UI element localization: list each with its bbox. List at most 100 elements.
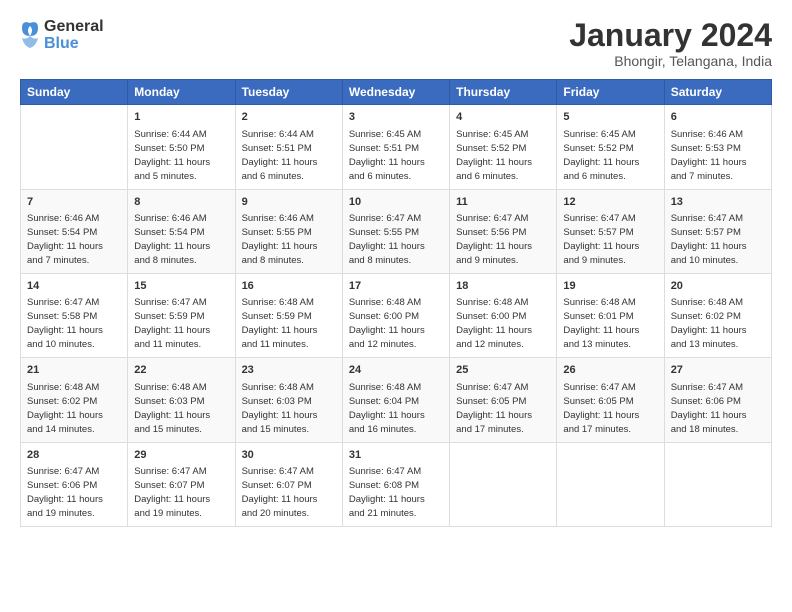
calendar-cell: 23 Sunrise: 6:48 AMSunset: 6:03 PMDayligh… [235, 358, 342, 442]
day-number: 19 [563, 279, 657, 294]
day-number: 31 [349, 448, 443, 463]
calendar-cell: 9 Sunrise: 6:46 AMSunset: 5:55 PMDaylight… [235, 189, 342, 273]
calendar-cell: 3 Sunrise: 6:45 AMSunset: 5:51 PMDaylight… [342, 105, 449, 189]
calendar-cell: 16Sunrise: 6:48 AMSunset: 5:59 PMDayligh… [235, 273, 342, 357]
day-info: Sunrise: 6:45 AMSunset: 5:52 PMDaylight:… [456, 129, 532, 182]
day-info: Sunrise: 6:48 AMSunset: 6:00 PMDaylight:… [349, 297, 425, 350]
day-info: Sunrise: 6:48 AMSunset: 6:04 PMDaylight:… [349, 382, 425, 435]
day-info: Sunrise: 6:47 AMSunset: 5:58 PMDaylight:… [27, 297, 103, 350]
day-number: 17 [349, 279, 443, 294]
logo-general: General [44, 19, 104, 36]
day-info: Sunrise: 6:47 AMSunset: 5:59 PMDaylight:… [134, 297, 210, 350]
day-info: Sunrise: 6:47 AMSunset: 5:56 PMDaylight:… [456, 213, 532, 266]
logo-bird-icon [20, 18, 40, 54]
col-friday: Friday [557, 80, 664, 105]
calendar-week-row: 21 Sunrise: 6:48 AMSunset: 6:02 PMDayligh… [21, 358, 772, 442]
calendar-cell [664, 442, 771, 526]
day-number: 7 [27, 195, 121, 210]
calendar-cell: 28 Sunrise: 6:47 AMSunset: 6:06 PMDayligh… [21, 442, 128, 526]
day-number: 6 [671, 110, 765, 125]
calendar-cell: 29Sunrise: 6:47 AMSunset: 6:07 PMDayligh… [128, 442, 235, 526]
day-info: Sunrise: 6:48 AMSunset: 6:00 PMDaylight:… [456, 297, 532, 350]
col-thursday: Thursday [450, 80, 557, 105]
day-info: Sunrise: 6:44 AMSunset: 5:51 PMDaylight:… [242, 129, 318, 182]
day-info: Sunrise: 6:44 AMSunset: 5:50 PMDaylight:… [134, 129, 210, 182]
day-number: 8 [134, 195, 228, 210]
day-number: 23 [242, 363, 336, 378]
day-info: Sunrise: 6:47 AMSunset: 6:05 PMDaylight:… [563, 382, 639, 435]
day-info: Sunrise: 6:47 AMSunset: 6:05 PMDaylight:… [456, 382, 532, 435]
calendar-cell: 4Sunrise: 6:45 AMSunset: 5:52 PMDaylight… [450, 105, 557, 189]
day-number: 11 [456, 195, 550, 210]
day-number: 15 [134, 279, 228, 294]
calendar-cell: 30Sunrise: 6:47 AMSunset: 6:07 PMDayligh… [235, 442, 342, 526]
calendar-cell: 1 Sunrise: 6:44 AMSunset: 5:50 PMDaylight… [128, 105, 235, 189]
calendar-cell: 19 Sunrise: 6:48 AMSunset: 6:01 PMDayligh… [557, 273, 664, 357]
header-row: Sunday Monday Tuesday Wednesday Thursday… [21, 80, 772, 105]
day-number: 14 [27, 279, 121, 294]
day-info: Sunrise: 6:48 AMSunset: 6:02 PMDaylight:… [671, 297, 747, 350]
calendar-cell: 27Sunrise: 6:47 AMSunset: 6:06 PMDayligh… [664, 358, 771, 442]
calendar-cell: 18Sunrise: 6:48 AMSunset: 6:00 PMDayligh… [450, 273, 557, 357]
calendar-cell: 7 Sunrise: 6:46 AMSunset: 5:54 PMDaylight… [21, 189, 128, 273]
subtitle: Bhongir, Telangana, India [569, 53, 772, 69]
calendar-cell: 12 Sunrise: 6:47 AMSunset: 5:57 PMDayligh… [557, 189, 664, 273]
day-number: 20 [671, 279, 765, 294]
calendar-cell: 6Sunrise: 6:46 AMSunset: 5:53 PMDaylight… [664, 105, 771, 189]
calendar-cell: 26Sunrise: 6:47 AMSunset: 6:05 PMDayligh… [557, 358, 664, 442]
day-info: Sunrise: 6:46 AMSunset: 5:54 PMDaylight:… [134, 213, 210, 266]
col-tuesday: Tuesday [235, 80, 342, 105]
calendar-cell: 10 Sunrise: 6:47 AMSunset: 5:55 PMDayligh… [342, 189, 449, 273]
day-info: Sunrise: 6:48 AMSunset: 5:59 PMDaylight:… [242, 297, 318, 350]
col-monday: Monday [128, 80, 235, 105]
day-number: 27 [671, 363, 765, 378]
calendar-table: Sunday Monday Tuesday Wednesday Thursday… [20, 79, 772, 527]
calendar-cell [21, 105, 128, 189]
day-number: 3 [349, 110, 443, 125]
day-number: 24 [349, 363, 443, 378]
day-info: Sunrise: 6:45 AMSunset: 5:52 PMDaylight:… [563, 129, 639, 182]
day-info: Sunrise: 6:47 AMSunset: 6:07 PMDaylight:… [242, 466, 318, 519]
day-info: Sunrise: 6:48 AMSunset: 6:02 PMDaylight:… [27, 382, 103, 435]
calendar-cell: 8 Sunrise: 6:46 AMSunset: 5:54 PMDaylight… [128, 189, 235, 273]
col-sunday: Sunday [21, 80, 128, 105]
day-info: Sunrise: 6:46 AMSunset: 5:54 PMDaylight:… [27, 213, 103, 266]
day-info: Sunrise: 6:48 AMSunset: 6:03 PMDaylight:… [134, 382, 210, 435]
calendar-cell: 31 Sunrise: 6:47 AMSunset: 6:08 PMDayligh… [342, 442, 449, 526]
calendar-cell: 15 Sunrise: 6:47 AMSunset: 5:59 PMDayligh… [128, 273, 235, 357]
day-number: 9 [242, 195, 336, 210]
day-number: 10 [349, 195, 443, 210]
main-title: January 2024 [569, 18, 772, 53]
col-wednesday: Wednesday [342, 80, 449, 105]
calendar-cell: 14 Sunrise: 6:47 AMSunset: 5:58 PMDayligh… [21, 273, 128, 357]
day-number: 28 [27, 448, 121, 463]
calendar-cell [450, 442, 557, 526]
day-info: Sunrise: 6:48 AMSunset: 6:01 PMDaylight:… [563, 297, 639, 350]
day-number: 2 [242, 110, 336, 125]
day-info: Sunrise: 6:48 AMSunset: 6:03 PMDaylight:… [242, 382, 318, 435]
day-number: 29 [134, 448, 228, 463]
day-info: Sunrise: 6:47 AMSunset: 6:06 PMDaylight:… [27, 466, 103, 519]
day-number: 5 [563, 110, 657, 125]
day-info: Sunrise: 6:47 AMSunset: 6:08 PMDaylight:… [349, 466, 425, 519]
day-info: Sunrise: 6:47 AMSunset: 5:57 PMDaylight:… [563, 213, 639, 266]
day-number: 21 [27, 363, 121, 378]
calendar-cell: 13Sunrise: 6:47 AMSunset: 5:57 PMDayligh… [664, 189, 771, 273]
day-info: Sunrise: 6:45 AMSunset: 5:51 PMDaylight:… [349, 129, 425, 182]
day-number: 25 [456, 363, 550, 378]
day-number: 22 [134, 363, 228, 378]
calendar-cell: 21 Sunrise: 6:48 AMSunset: 6:02 PMDayligh… [21, 358, 128, 442]
calendar-cell: 24 Sunrise: 6:48 AMSunset: 6:04 PMDayligh… [342, 358, 449, 442]
header: General Blue January 2024 Bhongir, Telan… [20, 18, 772, 69]
calendar-cell [557, 442, 664, 526]
title-block: January 2024 Bhongir, Telangana, India [569, 18, 772, 69]
logo: General Blue [20, 18, 104, 54]
day-number: 1 [134, 110, 228, 125]
day-number: 12 [563, 195, 657, 210]
calendar-week-row: 1 Sunrise: 6:44 AMSunset: 5:50 PMDaylight… [21, 105, 772, 189]
calendar-cell: 17 Sunrise: 6:48 AMSunset: 6:00 PMDayligh… [342, 273, 449, 357]
day-number: 13 [671, 195, 765, 210]
calendar-week-row: 14 Sunrise: 6:47 AMSunset: 5:58 PMDayligh… [21, 273, 772, 357]
day-info: Sunrise: 6:47 AMSunset: 5:55 PMDaylight:… [349, 213, 425, 266]
day-info: Sunrise: 6:46 AMSunset: 5:55 PMDaylight:… [242, 213, 318, 266]
